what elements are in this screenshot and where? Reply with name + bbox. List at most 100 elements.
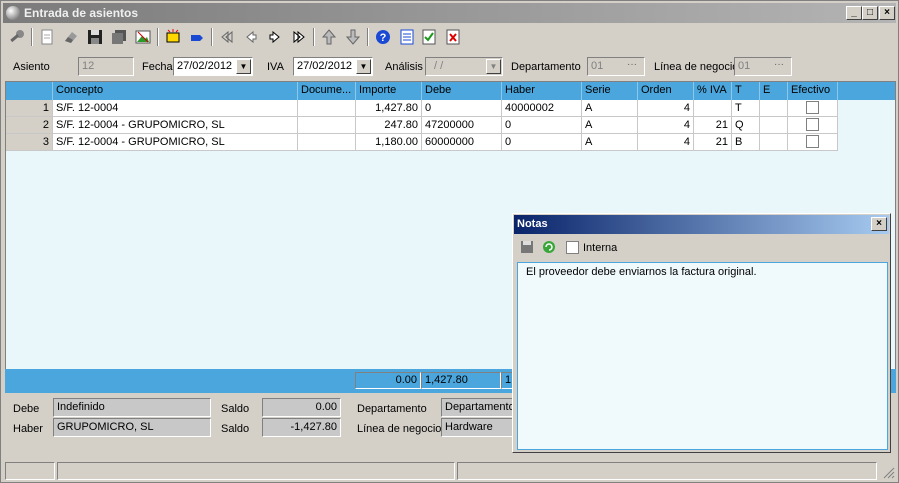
previous-icon[interactable] xyxy=(241,27,261,47)
column-header-debe[interactable]: Debe xyxy=(422,82,502,100)
label-icon[interactable] xyxy=(187,27,207,47)
image-icon[interactable] xyxy=(133,27,153,47)
cell-iva[interactable]: 21 xyxy=(694,117,732,134)
next-icon[interactable] xyxy=(265,27,285,47)
cell-iva[interactable]: 21 xyxy=(694,134,732,151)
cell-t[interactable]: Q xyxy=(732,117,760,134)
fecha-date-field[interactable]: 27/02/2012 ▼ xyxy=(173,57,253,76)
key-icon[interactable] xyxy=(7,27,27,47)
minimize-button[interactable]: _ xyxy=(846,6,862,20)
disks-icon[interactable] xyxy=(109,27,129,47)
document-icon[interactable] xyxy=(37,27,57,47)
table-row[interactable]: 2 S/F. 12-0004 - GRUPOMICRO, SL 247.80 4… xyxy=(6,117,838,134)
column-header-haber[interactable]: Haber xyxy=(502,82,582,100)
cell-debe[interactable]: 47200000 xyxy=(422,117,502,134)
linea-negocio-label: Línea de negocio xyxy=(654,61,734,73)
asiento-field[interactable]: 12 xyxy=(78,57,134,76)
debe-label: Debe xyxy=(13,403,40,415)
analisis-date-field[interactable]: / / ▼ xyxy=(425,57,503,76)
close-button[interactable]: × xyxy=(879,6,895,20)
cell-serie[interactable]: A xyxy=(582,134,638,151)
table-row[interactable]: 3 S/F. 12-0004 - GRUPOMICRO, SL 1,180.00… xyxy=(6,134,838,151)
move-down-icon[interactable] xyxy=(343,27,363,47)
debe-account-field[interactable]: Indefinido xyxy=(53,398,211,417)
cell-concepto[interactable]: S/F. 12-0004 - GRUPOMICRO, SL xyxy=(53,134,298,151)
new-entry-icon[interactable] xyxy=(163,27,183,47)
save-note-icon[interactable] xyxy=(519,239,535,255)
chevron-down-icon[interactable]: ▼ xyxy=(356,59,371,74)
delete-icon[interactable] xyxy=(443,27,463,47)
cell-efectivo[interactable] xyxy=(788,117,838,134)
lookup-button[interactable]: ··· xyxy=(768,59,790,74)
cell-importe[interactable]: 1,180.00 xyxy=(356,134,422,151)
move-up-icon[interactable] xyxy=(319,27,339,47)
cell-importe[interactable]: 247.80 xyxy=(356,117,422,134)
cell-concepto[interactable]: S/F. 12-0004 - GRUPOMICRO, SL xyxy=(53,117,298,134)
column-header-serie[interactable]: Serie xyxy=(582,82,638,100)
cell-importe[interactable]: 1,427.80 xyxy=(356,100,422,117)
cell-debe[interactable]: 60000000 xyxy=(422,134,502,151)
bottom-departamento-field[interactable]: Departamento xyxy=(441,398,513,417)
title-bar[interactable]: Entrada de asientos _ □ × xyxy=(3,3,896,23)
resize-grip-icon[interactable] xyxy=(881,465,895,479)
chevron-down-icon[interactable]: ▼ xyxy=(236,59,251,74)
efectivo-checkbox[interactable] xyxy=(806,101,819,114)
column-header-orden[interactable]: Orden xyxy=(638,82,694,100)
eraser-icon[interactable] xyxy=(61,27,81,47)
cell-serie[interactable]: A xyxy=(582,117,638,134)
column-header-documento[interactable]: Docume... xyxy=(298,82,356,100)
chevron-down-icon[interactable]: ▼ xyxy=(486,59,501,74)
cell-concepto[interactable]: S/F. 12-0004 xyxy=(53,100,298,117)
cell-serie[interactable]: A xyxy=(582,100,638,117)
validate-icon[interactable] xyxy=(419,27,439,47)
column-header-importe[interactable]: Importe xyxy=(356,82,422,100)
table-row[interactable]: 1 S/F. 12-0004 1,427.80 0 40000002 A 4 T xyxy=(6,100,838,117)
cell-documento[interactable] xyxy=(298,100,356,117)
haber-account-field[interactable]: GRUPOMICRO, SL xyxy=(53,418,211,437)
notes-textarea[interactable]: El proveedor debe enviarnos la factura o… xyxy=(517,262,888,450)
notes-title-bar[interactable]: Notas × xyxy=(514,215,889,234)
cell-haber[interactable]: 40000002 xyxy=(502,100,582,117)
lookup-button[interactable]: ··· xyxy=(621,59,643,74)
cell-e[interactable] xyxy=(760,117,788,134)
cell-orden[interactable]: 4 xyxy=(638,117,694,134)
notes-close-button[interactable]: × xyxy=(871,217,887,231)
bottom-linea-negocio-field[interactable]: Hardware xyxy=(441,418,513,437)
departamento-field[interactable]: 01 ··· xyxy=(587,57,645,76)
column-header-e[interactable]: E xyxy=(760,82,788,100)
column-header-efectivo[interactable]: Efectivo xyxy=(788,82,838,100)
cell-haber[interactable]: 0 xyxy=(502,117,582,134)
first-icon[interactable] xyxy=(217,27,237,47)
cell-e[interactable] xyxy=(760,100,788,117)
help-icon[interactable]: ? xyxy=(373,27,393,47)
iva-date-value: 27/02/2012 xyxy=(297,60,353,72)
cell-efectivo[interactable] xyxy=(788,134,838,151)
save-icon[interactable] xyxy=(85,27,105,47)
interna-checkbox[interactable] xyxy=(566,241,579,254)
cell-efectivo[interactable] xyxy=(788,100,838,117)
cell-t[interactable]: T xyxy=(732,100,760,117)
refresh-icon[interactable] xyxy=(541,239,557,255)
cell-orden[interactable]: 4 xyxy=(638,134,694,151)
cell-documento[interactable] xyxy=(298,117,356,134)
cell-orden[interactable]: 4 xyxy=(638,100,694,117)
linea-negocio-field[interactable]: 01 ··· xyxy=(734,57,792,76)
column-header-concepto[interactable]: Concepto xyxy=(53,82,298,100)
column-header-t[interactable]: T xyxy=(732,82,760,100)
cell-t[interactable]: B xyxy=(732,134,760,151)
bottom-linea-negocio-label: Línea de negocio xyxy=(357,423,441,435)
cell-debe[interactable]: 0 xyxy=(422,100,502,117)
notes-icon[interactable] xyxy=(397,27,417,47)
departamento-label: Departamento xyxy=(511,61,581,73)
efectivo-checkbox[interactable] xyxy=(806,135,819,148)
efectivo-checkbox[interactable] xyxy=(806,118,819,131)
iva-date-field[interactable]: 27/02/2012 ▼ xyxy=(293,57,373,76)
cell-haber[interactable]: 0 xyxy=(502,134,582,151)
column-header-iva[interactable]: % IVA xyxy=(694,82,732,100)
cell-e[interactable] xyxy=(760,134,788,151)
last-icon[interactable] xyxy=(289,27,309,47)
saldo-debe-label: Saldo xyxy=(221,403,250,415)
cell-iva[interactable] xyxy=(694,100,732,117)
maximize-button[interactable]: □ xyxy=(862,6,878,20)
cell-documento[interactable] xyxy=(298,134,356,151)
